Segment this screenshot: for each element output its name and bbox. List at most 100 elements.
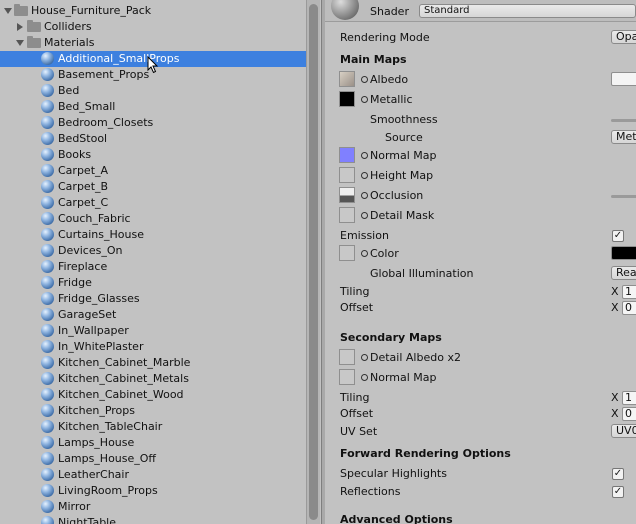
material-icon [41,484,54,497]
tree-row-material[interactable]: Lamps_House [0,435,306,451]
global-illumination-dropdown[interactable]: Rea [611,266,636,280]
emission-checkbox[interactable]: ✓ [612,230,624,242]
tree-row-material[interactable]: NightTable [0,515,306,524]
material-icon [41,516,54,524]
material-label: Kitchen_Props [58,404,136,417]
material-icon [41,260,54,273]
tree-row-material[interactable]: Bed [0,83,306,99]
detail-mask-picker-icon[interactable] [361,212,368,219]
smoothness-slider[interactable] [611,119,636,122]
material-label: NightTable [58,516,116,524]
rendering-mode-dropdown[interactable]: Opa [611,30,636,44]
shader-label: Shader [370,5,409,18]
secondary-offset-label: Offset [340,407,374,420]
shader-dropdown[interactable]: Standard [419,4,636,18]
normal-map-texture-slot[interactable] [339,147,355,163]
tree-row-material[interactable]: In_WhitePlaster [0,339,306,355]
reflections-checkbox[interactable]: ✓ [612,486,624,498]
detail-mask-texture-slot[interactable] [339,207,355,223]
tree-row-material[interactable]: Curtains_House [0,227,306,243]
secondary-tiling-x-label: X [611,391,619,404]
tree-row-material[interactable]: Fireplace [0,259,306,275]
material-label: Carpet_A [58,164,109,177]
secondary-offset-x-field[interactable]: 0 [622,407,636,421]
offset-x-label: X [611,301,619,314]
secondary-normal-map-texture-slot[interactable] [339,369,355,385]
tree-row-material[interactable]: Books [0,147,306,163]
mouse-cursor-icon [147,56,159,74]
tree-row-material[interactable]: Kitchen_Cabinet_Marble [0,355,306,371]
tiling-x-label: X [611,285,619,298]
metallic-picker-icon[interactable] [361,96,368,103]
tree-row-material[interactable]: Devices_On [0,243,306,259]
material-icon [41,276,54,289]
material-label: Kitchen_Cabinet_Metals [58,372,189,385]
material-icon [41,308,54,321]
specular-highlights-label: Specular Highlights [340,467,447,480]
material-label: Bed [58,84,80,97]
tree-row-material[interactable]: Carpet_B [0,179,306,195]
tree-row-material[interactable]: LeatherChair [0,467,306,483]
tiling-x-field[interactable]: 1 [622,285,636,299]
source-dropdown[interactable]: Met [611,130,636,144]
project-tree[interactable]: House_Furniture_Pack Colliders Materials… [0,0,306,524]
tree-row-material[interactable]: Lamps_House_Off [0,451,306,467]
secondary-tiling-x-field[interactable]: 1 [622,391,636,405]
main-maps-header: Main Maps [340,53,407,66]
material-icon [41,180,54,193]
tree-row-material[interactable]: Kitchen_Cabinet_Wood [0,387,306,403]
reflections-label: Reflections [340,485,401,498]
tree-row-material[interactable]: Fridge [0,275,306,291]
foldout-expanded-icon[interactable] [16,40,24,46]
tree-row-material[interactable]: Kitchen_TableChair [0,419,306,435]
tree-row-material[interactable]: Bed_Small [0,99,306,115]
tree-row-material[interactable]: BedStool [0,131,306,147]
height-map-picker-icon[interactable] [361,172,368,179]
specular-highlights-checkbox[interactable]: ✓ [612,468,624,480]
tree-row-root[interactable]: House_Furniture_Pack [0,3,306,19]
occlusion-slider[interactable] [611,195,636,198]
occlusion-texture-slot[interactable] [339,187,355,203]
folder-icon [27,20,41,32]
emission-label: Emission [340,229,389,242]
tree-row-material[interactable]: GarageSet [0,307,306,323]
albedo-texture-slot[interactable] [339,71,355,87]
tree-label-root: House_Furniture_Pack [31,4,152,17]
height-map-texture-slot[interactable] [339,167,355,183]
tree-row-colliders[interactable]: Colliders [0,19,306,35]
material-icon [41,500,54,513]
tree-row-material[interactable]: LivingRoom_Props [0,483,306,499]
tree-row-material[interactable]: Carpet_A [0,163,306,179]
tiling-label: Tiling [340,285,370,298]
offset-x-field[interactable]: 0 [622,301,636,315]
normal-map-picker-icon[interactable] [361,152,368,159]
emission-color-field[interactable] [611,246,636,260]
tree-row-material[interactable]: Kitchen_Cabinet_Metals [0,371,306,387]
foldout-collapsed-icon[interactable] [17,23,23,31]
detail-albedo-picker-icon[interactable] [361,354,368,361]
tree-row-material[interactable]: Fridge_Glasses [0,291,306,307]
tree-row-material[interactable]: In_Wallpaper [0,323,306,339]
material-label: Kitchen_Cabinet_Marble [58,356,191,369]
tree-row-material[interactable]: Mirror [0,499,306,515]
detail-albedo-texture-slot[interactable] [339,349,355,365]
albedo-color-field[interactable] [611,72,636,86]
emission-picker-icon[interactable] [361,250,368,257]
tree-row-material[interactable]: Bedroom_Closets [0,115,306,131]
tree-scrollbar-thumb[interactable] [309,4,318,520]
tree-row-materials[interactable]: Materials [0,35,306,51]
tree-row-material[interactable]: Carpet_C [0,195,306,211]
material-icon [41,148,54,161]
occlusion-picker-icon[interactable] [361,192,368,199]
tree-row-material[interactable]: Kitchen_Props [0,403,306,419]
material-label: Carpet_C [58,196,109,209]
metallic-texture-slot[interactable] [339,91,355,107]
material-label: Books [58,148,92,161]
emission-texture-slot[interactable] [339,245,355,261]
foldout-expanded-icon[interactable] [4,8,12,14]
tree-row-material[interactable]: Couch_Fabric [0,211,306,227]
secondary-normal-map-picker-icon[interactable] [361,374,368,381]
metallic-label: Metallic [370,93,413,106]
albedo-picker-icon[interactable] [361,76,368,83]
uv-set-dropdown[interactable]: UV0 [611,424,636,438]
